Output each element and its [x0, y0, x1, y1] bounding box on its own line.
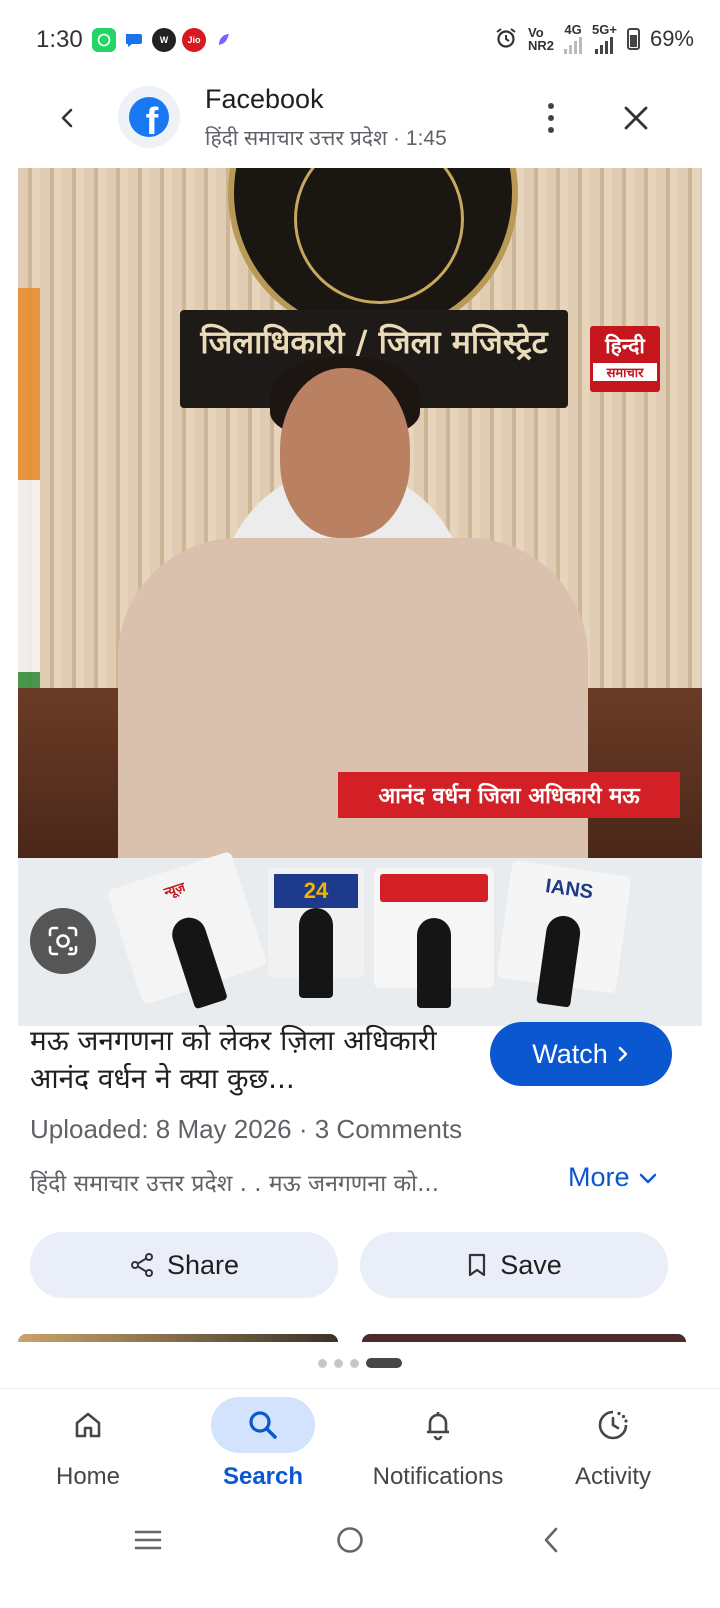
- video-title[interactable]: मऊ जनगणना को लेकर ज़िला अधिकारी आनंद वर्…: [30, 1022, 470, 1098]
- pager-dot: [334, 1358, 343, 1368]
- chevron-down-icon: [639, 1173, 656, 1183]
- nav-notifications[interactable]: Notifications: [350, 1389, 526, 1503]
- source-title: Facebook: [205, 84, 324, 114]
- nav-home[interactable]: Home: [0, 1389, 176, 1503]
- alarm-icon: [494, 26, 518, 53]
- share-icon: [130, 1253, 153, 1277]
- more-button[interactable]: More: [568, 1162, 658, 1193]
- nameplate-text: जिलाधिकारी / जिला मजिस्ट्रेट: [200, 323, 548, 361]
- pager-dot: [318, 1358, 327, 1368]
- activity-icon: [598, 1410, 628, 1440]
- watch-button[interactable]: Watch: [490, 1022, 672, 1086]
- network-4g-label: 4G: [564, 22, 582, 37]
- status-indicators: Vo NR2 4G 5G+ 69%: [494, 22, 694, 54]
- watch-label: Watch: [532, 1038, 608, 1069]
- chevron-left-icon: [61, 108, 73, 128]
- more-label: More: [568, 1162, 630, 1192]
- nav-search[interactable]: Search: [175, 1389, 351, 1503]
- video-meta: Uploaded: 8 May 2026 · 3 Comments: [30, 1114, 463, 1144]
- nr2-label: NR2: [528, 38, 555, 53]
- pager-dot: [350, 1358, 359, 1368]
- facebook-icon: f: [129, 97, 169, 137]
- battery-icon: [626, 28, 640, 50]
- channel-logo: हिन्दी समाचार: [590, 326, 660, 392]
- battery-percent: 69%: [649, 26, 694, 51]
- related-result-card[interactable]: [18, 1334, 338, 1342]
- video-description: हिंदी समाचार उत्तर प्रदेश . . मऊ जनगणना …: [30, 1171, 440, 1197]
- signal-bars-icon: [595, 36, 614, 54]
- search-icon: [249, 1411, 277, 1439]
- home-system-button[interactable]: [320, 1512, 380, 1568]
- circle-home-icon: [337, 1527, 363, 1553]
- volte-indicator: Vo NR2: [528, 26, 554, 52]
- nav-home-label: Home: [55, 1463, 121, 1490]
- microphone: 24: [268, 868, 364, 998]
- bell-icon: [427, 1412, 449, 1441]
- messages-icon: [122, 28, 146, 52]
- signal-bars-icon: [564, 36, 583, 54]
- share-button[interactable]: Share: [30, 1232, 338, 1298]
- more-options-button[interactable]: [536, 98, 566, 138]
- menu-icon: [134, 1530, 162, 1550]
- more-vert-icon: [548, 103, 554, 109]
- status-time: 1:30: [36, 26, 83, 53]
- chevron-right-icon: [618, 1046, 627, 1062]
- status-bar: 1:30 W Jio Vo NR2 4G 5G+ 69%: [0, 0, 720, 84]
- channel-logo-line2: समाचार: [593, 363, 657, 381]
- pager-dot-active: [366, 1358, 402, 1368]
- jio-icon: Jio: [182, 28, 206, 52]
- carousel-pager: [0, 1358, 720, 1368]
- share-label: Share: [166, 1249, 240, 1280]
- recents-button[interactable]: [118, 1512, 178, 1568]
- signal-5g: 5G+: [592, 22, 617, 54]
- nav-notifications-label: Notifications: [372, 1463, 504, 1490]
- system-navigation-bar: [0, 1502, 720, 1608]
- signal-4g: 4G: [564, 22, 583, 54]
- close-button[interactable]: [614, 96, 658, 140]
- app-icon: [212, 28, 236, 52]
- chevron-left-icon: [544, 1527, 558, 1553]
- nav-activity-pill: [561, 1397, 665, 1453]
- video-thumbnail[interactable]: जिलाधिकारी / जिला मजिस्ट्रेट मऊ हिन्दी स…: [18, 168, 702, 1026]
- network-5g-label: 5G+: [592, 22, 617, 37]
- wordpress-icon: W: [152, 28, 176, 52]
- save-button[interactable]: Save: [360, 1232, 668, 1298]
- microphone: [374, 868, 494, 1008]
- nav-notifications-pill: [386, 1397, 490, 1453]
- bottom-navigation: Home Search Notifications Activity: [0, 1388, 720, 1502]
- bookmark-icon: [469, 1253, 486, 1277]
- related-result-card[interactable]: [362, 1334, 686, 1342]
- nav-search-label: Search: [222, 1463, 304, 1490]
- nav-activity-label: Activity: [574, 1463, 651, 1490]
- nav-activity[interactable]: Activity: [525, 1389, 701, 1503]
- nav-search-pill: [211, 1397, 315, 1453]
- channel-logo-line1: हिन्दी: [605, 334, 645, 358]
- source-header: f Facebook हिंदी समाचार उत्तर प्रदेश · 1…: [0, 84, 720, 168]
- person-head: [280, 368, 410, 538]
- mic-label: [374, 908, 494, 918]
- facebook-logo: f: [118, 86, 180, 148]
- video-caption-banner: आनंद वर्धन जिला अधिकारी मऊ: [338, 772, 680, 818]
- back-system-button[interactable]: [522, 1512, 582, 1568]
- mic-label: 24: [274, 874, 358, 908]
- back-button[interactable]: [46, 96, 90, 140]
- save-label: Save: [500, 1249, 562, 1280]
- lens-icon: [48, 926, 78, 956]
- close-icon: [624, 106, 648, 130]
- whatsapp-icon: [92, 28, 116, 52]
- nav-home-pill: [36, 1397, 140, 1453]
- google-lens-button[interactable]: [30, 908, 96, 974]
- source-subtitle: हिंदी समाचार उत्तर प्रदेश · 1:45: [205, 127, 447, 150]
- microphone: IANS: [496, 860, 632, 1008]
- status-app-icons: W Jio: [92, 28, 236, 52]
- home-icon: [75, 1412, 101, 1438]
